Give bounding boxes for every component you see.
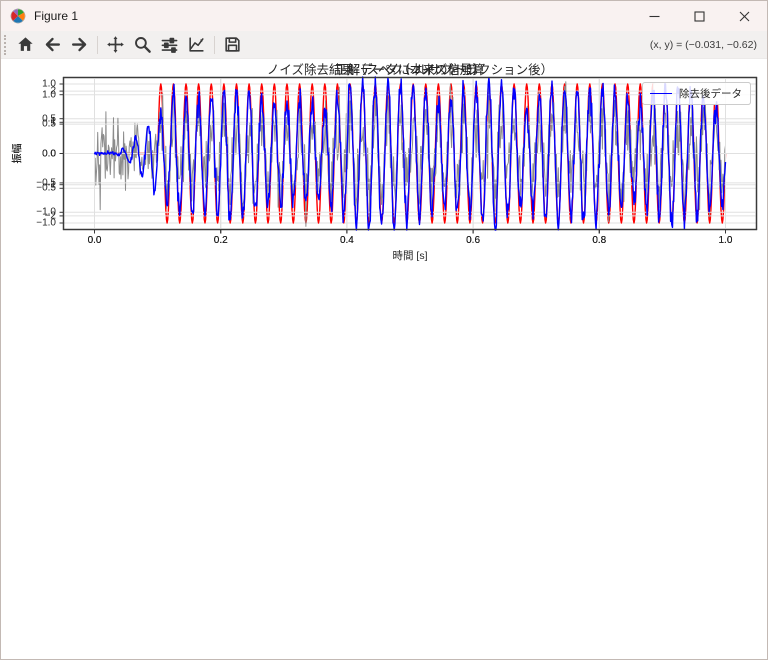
navigation-toolbar: (x, y) = (−0.031, −0.62)	[1, 31, 767, 59]
x-tick-label: 0.8	[582, 235, 616, 246]
toolbar-separator	[97, 36, 98, 54]
x-tick-label: 0.0	[78, 235, 112, 246]
x-tick-label: 1.0	[708, 235, 742, 246]
legend-label: 除去後データ	[679, 86, 742, 101]
figure-canvas[interactable]: 正解データ（本来の信号） 振幅 正解データ 0.00.20.40.60.81.0…	[1, 59, 767, 657]
legend: 除去後データ	[642, 82, 751, 105]
minimize-button[interactable]	[632, 1, 677, 31]
subplot-denoised-signal: ノイズ除去結果（スペクトルサブトラクション後） 振幅 除去後データ 0.00.2…	[1, 59, 768, 264]
title-bar[interactable]: Figure 1	[1, 1, 767, 31]
y-tick-label: −0.5	[36, 177, 56, 188]
plot-title: ノイズ除去結果（スペクトルサブトラクション後）	[63, 59, 757, 78]
toolbar-grip[interactable]	[4, 35, 12, 55]
y-tick-label: 0.5	[42, 119, 56, 130]
figure-window: Figure 1	[0, 0, 768, 660]
edit-axis-icon[interactable]	[183, 33, 210, 57]
x-tick-label: 0.4	[330, 235, 364, 246]
window-title: Figure 1	[34, 9, 78, 23]
pan-icon[interactable]	[102, 33, 129, 57]
back-icon[interactable]	[39, 33, 66, 57]
x-axis-label: 時間 [s]	[63, 248, 757, 263]
legend-line-sample	[650, 93, 672, 94]
zoom-icon[interactable]	[129, 33, 156, 57]
maximize-button[interactable]	[677, 1, 722, 31]
y-tick-label: −1.0	[36, 207, 56, 218]
toolbar-separator	[214, 36, 215, 54]
home-icon[interactable]	[12, 33, 39, 57]
cursor-coordinates: (x, y) = (−0.031, −0.62)	[650, 31, 757, 58]
y-tick-label: 0.0	[42, 148, 56, 159]
configure-subplots-icon[interactable]	[156, 33, 183, 57]
plot-area[interactable]: 除去後データ 0.00.20.40.60.81.01.00.50.0−0.5−1…	[63, 77, 757, 230]
matplotlib-logo-icon	[10, 8, 26, 24]
x-tick-label: 0.6	[456, 235, 490, 246]
forward-icon[interactable]	[66, 33, 93, 57]
save-icon[interactable]	[219, 33, 246, 57]
y-tick-label: 1.0	[42, 89, 56, 100]
close-button[interactable]	[722, 1, 767, 31]
y-axis-label: 振幅	[3, 77, 29, 230]
window-controls	[632, 1, 767, 31]
x-tick-label: 0.2	[204, 235, 238, 246]
